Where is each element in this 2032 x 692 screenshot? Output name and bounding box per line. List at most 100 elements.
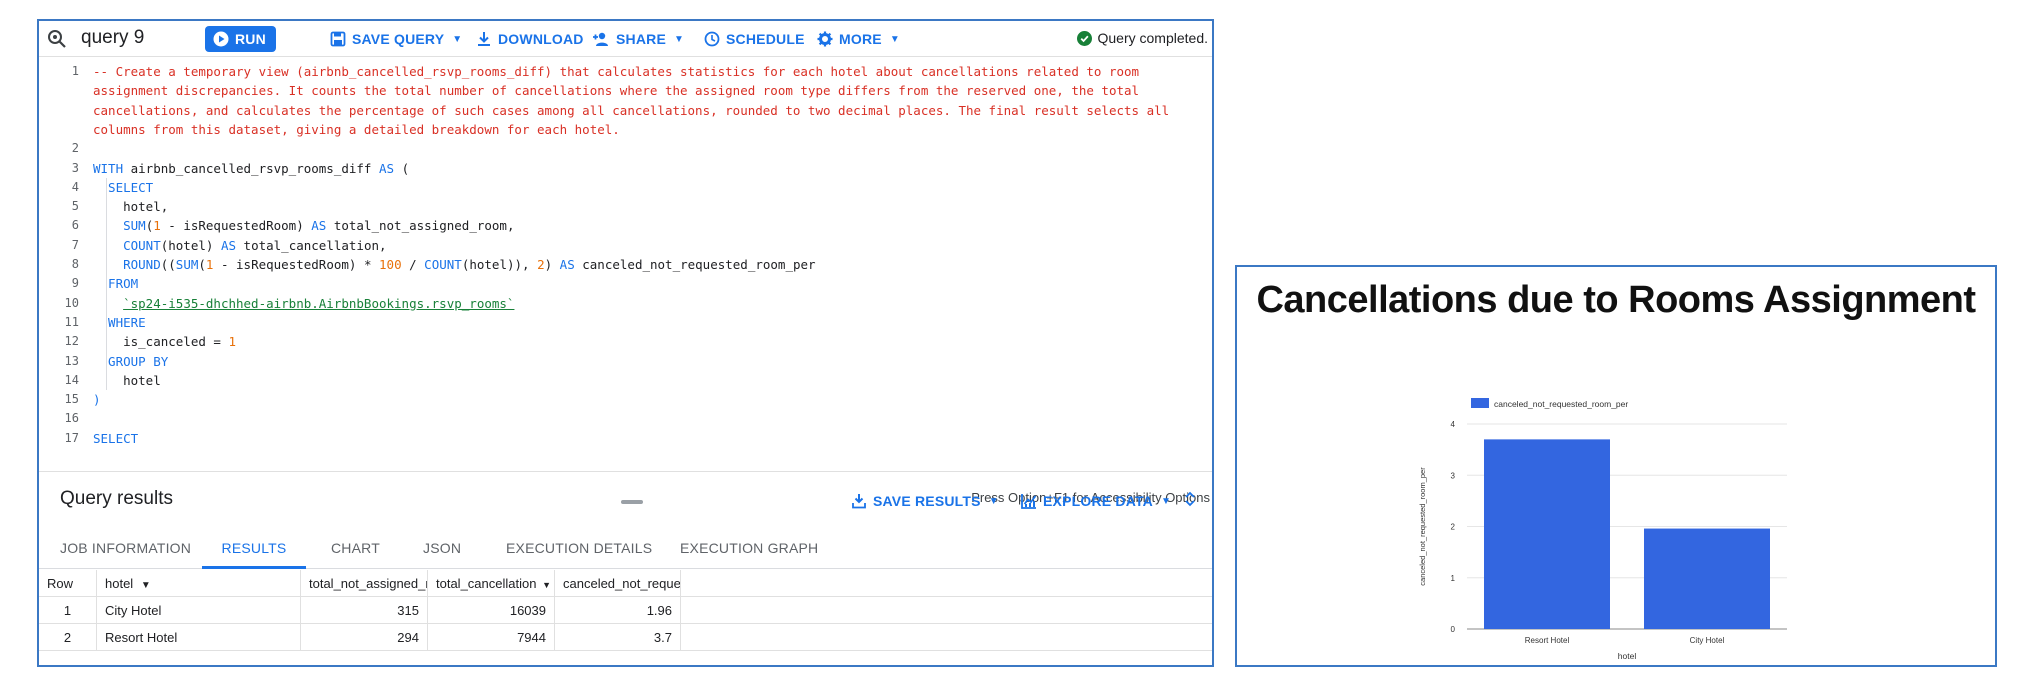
results-title: Query results (60, 488, 173, 509)
tab-execution-graph[interactable]: EXECUTION GRAPH (680, 527, 818, 569)
query-tab-title[interactable]: query 9 (81, 27, 144, 49)
table-cell[interactable]: 1 (39, 597, 97, 624)
sql-code-editor[interactable]: 1 -- Create a temporary view (airbnb_canc… (39, 58, 1212, 505)
explore-data-button[interactable]: EXPLORE DATA ▼ (1021, 488, 1171, 514)
line-number: 2 (71, 141, 79, 156)
tab-json[interactable]: JSON (423, 527, 461, 569)
code-text: FROM (93, 274, 138, 293)
code-token: ) (93, 392, 101, 408)
code-token: ( (198, 257, 206, 272)
column-header-total-cancellation[interactable]: total_cancellation ▼ (428, 570, 555, 597)
table-row[interactable]: 2 Resort Hotel 294 7944 3.7 (39, 624, 1212, 651)
code-token: 1 (153, 218, 161, 234)
column-header-row[interactable]: Row (39, 570, 97, 597)
table-cell[interactable]: 294 (301, 624, 428, 651)
code-text: `sp24-i535-dhchhed-airbnb.AirbnbBookings… (93, 294, 514, 313)
table-cell[interactable]: Resort Hotel (97, 624, 301, 651)
save-results-button[interactable]: SAVE RESULTS ▼ (851, 488, 999, 514)
line-number: 16 (64, 411, 79, 426)
save-query-button[interactable]: SAVE QUERY ▼ (330, 26, 462, 52)
chevron-down-icon: ▼ (452, 33, 463, 45)
code-token: 1 (228, 334, 236, 350)
line-number: 12 (64, 334, 79, 349)
save-icon (330, 31, 346, 47)
sort-down-icon: ▼ (140, 580, 151, 591)
table-cell[interactable]: City Hotel (97, 597, 301, 624)
code-token: -- Create a temporary view (airbnb_cance… (93, 64, 1140, 79)
query-toolbar: query 9 RUN SAVE QUERY ▼ DOWNLOAD SHARE … (39, 21, 1212, 57)
code-text: cancellations, and calculates the percen… (93, 101, 1169, 120)
line-number: 11 (64, 314, 79, 329)
table-cell[interactable]: 7944 (428, 624, 555, 651)
code-token: SELECT (93, 430, 139, 446)
status-text: Query completed. (1097, 30, 1209, 46)
column-header-label: hotel (105, 576, 134, 591)
code-token: assignment discrepancies. It counts the … (93, 83, 1140, 99)
code-token: hotel, (93, 199, 169, 215)
tab-results[interactable]: RESULTS (202, 527, 306, 569)
chevron-down-icon: ▼ (1161, 495, 1172, 507)
code-token: columns from this dataset, giving a deta… (93, 121, 620, 137)
y-tick-label: 0 (1451, 625, 1456, 634)
column-header-canceled-not-requested[interactable]: canceled_not_reques (555, 570, 681, 597)
column-header-hotel[interactable]: hotel ▼ (97, 570, 301, 597)
code-text: -- Create a temporary view (airbnb_cance… (93, 62, 1139, 81)
code-text: ) (93, 390, 101, 409)
y-tick-label: 3 (1451, 471, 1456, 480)
chevron-down-icon: ▼ (889, 33, 900, 45)
code-text: SELECT (93, 429, 138, 448)
code-text: COUNT(hotel) AS total_cancellation, (93, 236, 386, 255)
table-header-row: Row hotel ▼ total_not_assigned_r total_c… (39, 570, 1212, 597)
line-number: 7 (71, 237, 79, 252)
chart-icon (1021, 494, 1037, 509)
table-cell[interactable]: 1.96 (555, 597, 681, 624)
add-person-icon (593, 32, 608, 46)
table-cell[interactable]: 16039 (428, 597, 555, 624)
tab-execution-details[interactable]: EXECUTION DETAILS (506, 527, 652, 569)
tab-job-information[interactable]: JOB INFORMATION (60, 527, 191, 569)
more-button[interactable]: MORE ▼ (817, 26, 900, 52)
code-token: (( (160, 257, 176, 272)
code-text: assignment discrepancies. It counts the … (93, 81, 1139, 100)
legend-swatch (1471, 398, 1489, 408)
schedule-label: SCHEDULE (726, 31, 805, 47)
explore-data-label: EXPLORE DATA (1043, 493, 1153, 509)
code-token: - isRequestedRoom) (160, 218, 312, 234)
expand-collapse-icon[interactable] (1184, 490, 1196, 508)
code-text: hotel, (93, 197, 168, 216)
x-tick-label: City Hotel (1690, 636, 1725, 645)
clock-icon (704, 31, 720, 47)
code-text: WITH airbnb_cancelled_rsvp_rooms_diff AS… (93, 159, 409, 178)
download-icon (478, 32, 490, 46)
code-token: 2 (537, 257, 545, 272)
table-row[interactable]: 1 City Hotel 315 16039 1.96 (39, 597, 1212, 624)
share-label: SHARE (616, 31, 667, 47)
table-cell[interactable]: 2 (39, 624, 97, 651)
y-tick-label: 4 (1451, 420, 1456, 429)
download-label: DOWNLOAD (498, 31, 584, 47)
code-token: ) (544, 257, 560, 272)
bar-chart: 0 1 2 3 4 Resort Hotel City Hotel hotel canceled… (1418, 398, 1787, 661)
table-cell[interactable]: 315 (301, 597, 428, 624)
table-cell[interactable]: 3.7 (555, 624, 681, 651)
bigquery-editor-panel: query 9 RUN SAVE QUERY ▼ DOWNLOAD SHARE … (37, 19, 1214, 667)
share-button[interactable]: SHARE ▼ (592, 26, 684, 52)
tab-chart[interactable]: CHART (331, 527, 380, 569)
code-text: SELECT (93, 178, 153, 197)
line-number: 5 (71, 199, 79, 214)
legend-label: canceled_not_requested_room_per (1494, 399, 1628, 409)
code-text: WHERE (93, 313, 146, 332)
code-text: SUM(1 - isRequestedRoom) AS total_not_as… (93, 216, 514, 235)
code-token: GROUP BY (93, 353, 169, 369)
run-button[interactable]: RUN (205, 26, 276, 52)
y-tick-label: 2 (1451, 523, 1456, 532)
column-header-total-not-assigned[interactable]: total_not_assigned_r (301, 570, 428, 597)
query-results-header: Query results SAVE RESULTS ▼ EXPLORE DAT… (39, 471, 1212, 527)
schedule-button[interactable]: SCHEDULE (704, 26, 805, 52)
results-tabs: JOB INFORMATION RESULTS CHART JSON EXECU… (39, 527, 1212, 569)
download-button[interactable]: DOWNLOAD (476, 26, 584, 52)
query-icon (48, 30, 66, 48)
code-text: columns from this dataset, giving a deta… (93, 120, 620, 139)
play-icon (213, 31, 229, 47)
